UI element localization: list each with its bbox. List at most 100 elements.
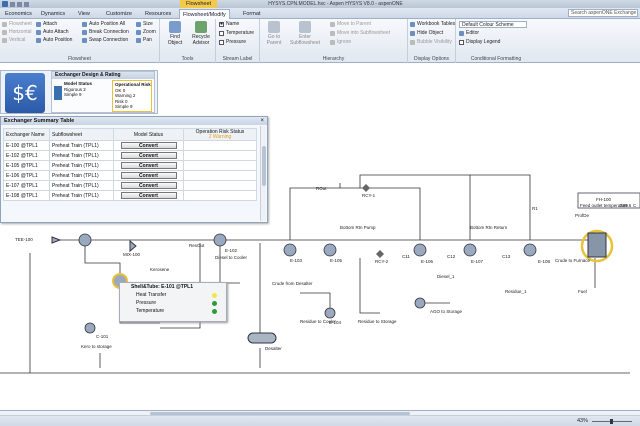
recycle-rcy2-icon[interactable]: [376, 250, 384, 258]
pan-icon: [136, 38, 141, 43]
table-row[interactable]: E-107 @TPL1 Preheat Train (TPL1) Convert: [3, 180, 257, 191]
tab-flowsheet-modify[interactable]: Flowsheet/Modify: [179, 9, 230, 19]
operational-risk-box[interactable]: Operational Risk OK 0 Warning 2 Risk 0 S…: [112, 80, 152, 112]
cell-model-status: Convert: [113, 170, 184, 181]
auto-position-button[interactable]: Auto Position: [36, 37, 72, 44]
colour-scheme-dropdown[interactable]: Default Colour Scheme: [459, 21, 527, 28]
warning-count: 2 Warning: [208, 133, 232, 140]
label-tee100: TEE-100: [15, 237, 33, 242]
table-row[interactable]: E-106 @TPL1 Preheat Train (TPL1) Convert: [3, 170, 257, 181]
summary-scroll-thumb[interactable]: [262, 146, 266, 186]
table-row[interactable]: E-102 @TPL1 Preheat Train (TPL1) Convert: [3, 150, 257, 161]
convert-button[interactable]: Convert: [120, 182, 177, 189]
horizontal-scrollbar[interactable]: [0, 411, 640, 416]
edr-summary-widget[interactable]: Exchanger Design & Rating Model Status R…: [51, 71, 155, 113]
bubble-visibility-button[interactable]: Bubble Visibility: [410, 39, 452, 46]
mixer-mix100-icon[interactable]: [129, 239, 137, 253]
exchanger-e107-icon[interactable]: [463, 243, 477, 257]
break-connection-button[interactable]: Break Connection: [82, 29, 129, 36]
zoom-slider-knob[interactable]: [610, 419, 613, 424]
auto-position-all-button[interactable]: Auto Position All: [82, 21, 125, 28]
cooler-ago-icon[interactable]: [414, 297, 426, 309]
convert-button[interactable]: Convert: [120, 192, 177, 199]
col-subflowsheet[interactable]: Subflowsheet: [49, 128, 114, 141]
ignore-button[interactable]: Ignore: [330, 39, 351, 46]
zoom-button[interactable]: Zoom: [136, 29, 156, 36]
zoom-slider[interactable]: [592, 419, 632, 424]
label-crude-from-desalter: Crude from Desalter: [272, 281, 313, 286]
tab-economics[interactable]: Economics: [2, 9, 35, 19]
label-diesel1: Diesel_1: [437, 274, 455, 279]
workbook-tables-button[interactable]: Workbook Tables: [410, 21, 455, 28]
summary-scrollbar[interactable]: [260, 126, 266, 221]
col-operation-risk[interactable]: Operation Risk Status 2 Warning: [183, 128, 257, 141]
enter-subflowsheet-button[interactable]: Enter Subflowsheet: [288, 21, 322, 46]
cooler-c101-icon[interactable]: [84, 322, 96, 334]
attach-button[interactable]: Attach: [36, 21, 57, 28]
exchanger-e106-icon[interactable]: [413, 243, 427, 257]
tee-100-icon[interactable]: [51, 236, 62, 244]
hide-object-button[interactable]: Hide Object: [410, 30, 443, 37]
radio-name[interactable]: ●: [219, 22, 224, 27]
display-legend-check[interactable]: [459, 40, 464, 45]
auto-attach-button[interactable]: Auto Attach: [36, 29, 69, 36]
furnace-icon[interactable]: [587, 232, 607, 258]
recycle-rcy1-icon[interactable]: [362, 184, 370, 192]
table-row[interactable]: E-105 @TPL1 Preheat Train (TPL1) Convert: [3, 160, 257, 171]
exchanger-e105-icon[interactable]: [323, 243, 337, 257]
economics-icon[interactable]: $€: [5, 73, 45, 113]
label-kero-to-storage: Kero to storage: [81, 344, 112, 349]
tab-format[interactable]: Format: [240, 9, 263, 19]
table-row[interactable]: E-108 @TPL1 Preheat Train (TPL1) Convert: [3, 190, 257, 201]
close-icon[interactable]: ×: [260, 117, 264, 125]
cell-model-status: Convert: [113, 150, 184, 161]
vertical-button[interactable]: Vertical: [2, 37, 25, 44]
exchanger-e104-icon[interactable]: [324, 307, 336, 319]
swap-connection-button[interactable]: Swap Connection: [82, 37, 128, 44]
stream-label-name[interactable]: ● Name: [219, 21, 239, 28]
recycle-advisor-button[interactable]: Recycle Advisor: [189, 21, 213, 46]
exchanger-e108-icon[interactable]: [523, 243, 537, 257]
exchanger-e102-icon[interactable]: [213, 233, 227, 247]
tab-view[interactable]: View: [75, 9, 93, 19]
app-icon[interactable]: [2, 1, 8, 7]
radio-pressure[interactable]: [219, 40, 224, 45]
cell-subflowsheet: Preheat Train (TPL1): [49, 170, 114, 181]
stream-label-pressure[interactable]: Pressure: [219, 39, 246, 46]
go-to-parent-button[interactable]: Go to Parent: [262, 21, 286, 46]
table-row[interactable]: E-100 @TPL1 Preheat Train (TPL1) Convert: [3, 140, 257, 151]
tab-customize[interactable]: Customize: [103, 9, 135, 19]
label-r1: R1: [532, 206, 538, 211]
radio-temperature[interactable]: [219, 31, 224, 36]
convert-button[interactable]: Convert: [120, 172, 177, 179]
col-exchanger-name[interactable]: Exchanger Name: [3, 128, 50, 141]
tools-group-label: Tools: [181, 56, 194, 62]
save-icon[interactable]: [10, 1, 15, 7]
size-button[interactable]: Size: [136, 21, 153, 28]
stream-label-temperature[interactable]: Temperature: [219, 30, 254, 37]
flowsheet-button[interactable]: Flowsheet: [2, 21, 32, 28]
tab-resources[interactable]: Resources: [142, 9, 174, 19]
exchanger-e103-icon[interactable]: [283, 243, 297, 257]
cell-model-status: Convert: [113, 160, 184, 171]
redo-icon[interactable]: [24, 1, 29, 7]
convert-button[interactable]: Convert: [120, 162, 177, 169]
editor-button[interactable]: Editor: [459, 30, 479, 37]
search-input[interactable]: Search aspenONE Exchange: [568, 9, 638, 17]
undo-icon[interactable]: [17, 1, 22, 7]
op-risk-warning: Warning 2: [115, 93, 136, 98]
pan-button[interactable]: Pan: [136, 37, 152, 44]
move-to-parent-button[interactable]: Move to Parent: [330, 21, 371, 28]
convert-button[interactable]: Convert: [120, 142, 177, 149]
col-model-status[interactable]: Model Status: [113, 128, 184, 141]
horizontal-scroll-thumb[interactable]: [150, 412, 410, 415]
horizontal-button[interactable]: Horizontal: [2, 29, 32, 36]
tab-dynamics[interactable]: Dynamics: [38, 9, 68, 19]
desalter-drum-icon[interactable]: [247, 332, 277, 344]
display-legend-checkbox[interactable]: Display Legend: [459, 39, 500, 46]
zoom-icon: [136, 30, 141, 35]
move-into-subflowsheet-button[interactable]: Move into Subflowsheet: [330, 30, 390, 37]
exchanger-e100-icon[interactable]: [78, 233, 92, 247]
find-object-button[interactable]: Find Object: [163, 21, 187, 46]
convert-button[interactable]: Convert: [120, 152, 177, 159]
